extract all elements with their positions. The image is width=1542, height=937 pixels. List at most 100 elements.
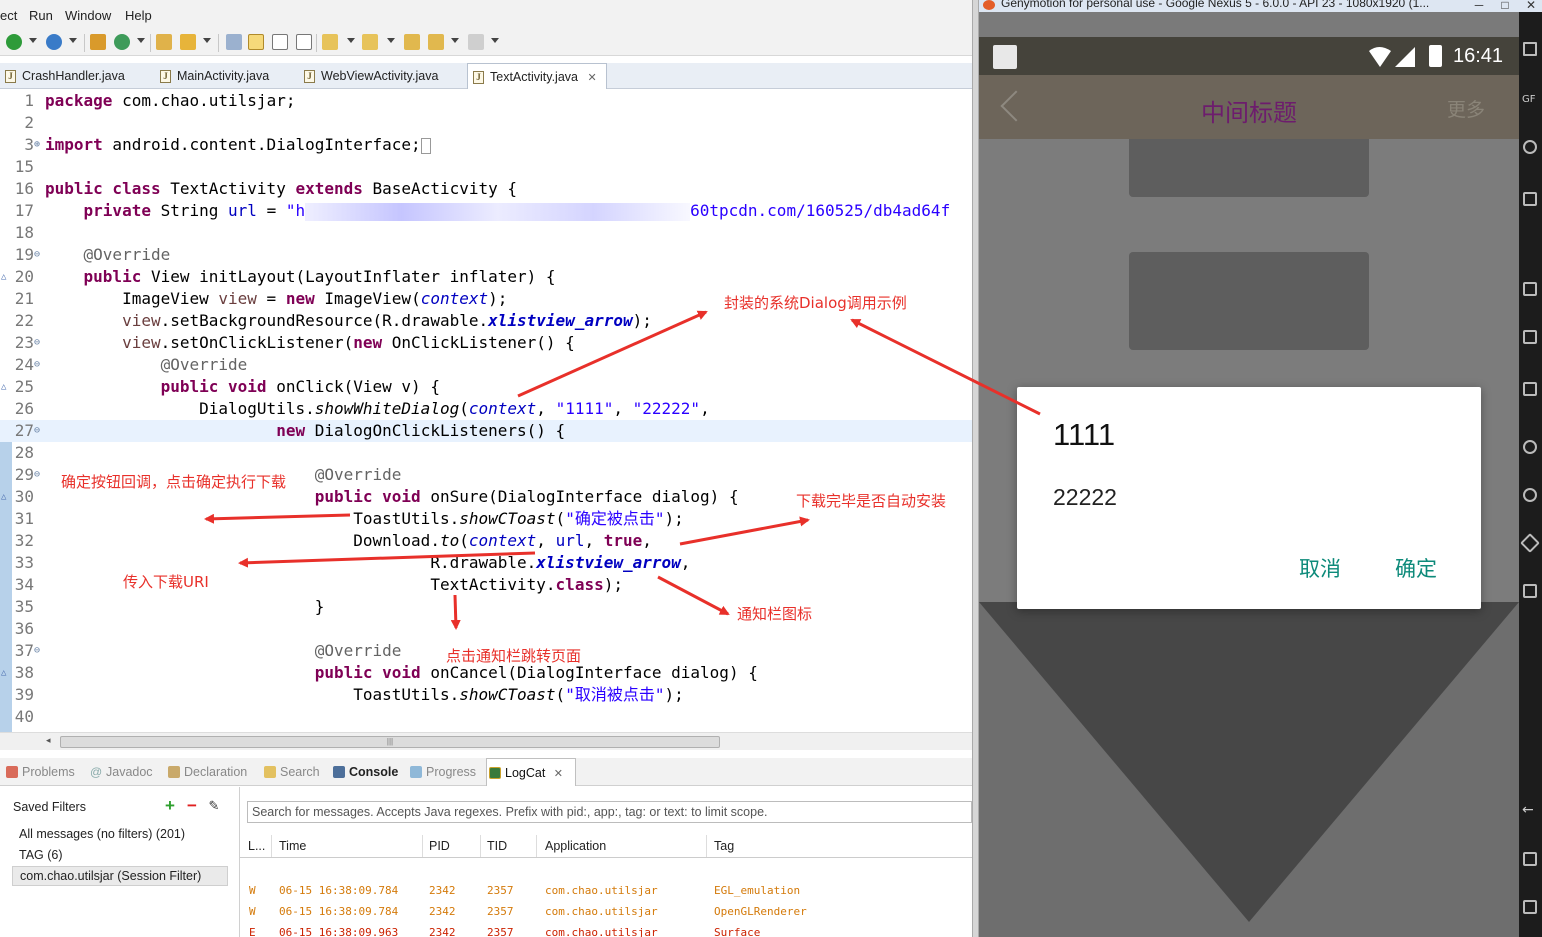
code-editor[interactable]: 1 package com.chao.utilsjar; 2 3 ⊕ import and… (0, 90, 972, 732)
close-tab-icon[interactable]: ✕ (587, 72, 596, 84)
tab-search[interactable]: Search (262, 758, 320, 786)
tab-textactivity[interactable]: J TextActivity.java ✕ (467, 63, 607, 89)
code-line[interactable]: 28 (0, 442, 972, 464)
show-whitespace-icon[interactable] (272, 34, 288, 50)
fold-toggle-icon[interactable]: ⊖ (34, 244, 40, 266)
code-line[interactable]: 17 private String url = "h 60tpcdn.com/16… (0, 200, 972, 222)
code-line[interactable]: 2 (0, 112, 972, 134)
capture-widget-icon[interactable] (1523, 192, 1537, 206)
code-line[interactable]: 33 R.drawable.xlistview_arrow, (0, 552, 972, 574)
menu-project[interactable]: ect (0, 8, 17, 23)
tab-webviewactivity[interactable]: J WebViewActivity.java (299, 63, 464, 89)
volume-up-icon[interactable] (1523, 440, 1537, 454)
toolbar-more-button[interactable]: 更多 (1447, 95, 1485, 122)
code-line[interactable]: 18 (0, 222, 972, 244)
column-tag[interactable]: Tag (714, 839, 734, 853)
code-line[interactable]: 21 ImageView view = new ImageView(contex… (0, 288, 972, 310)
volume-down-icon[interactable] (1523, 488, 1537, 502)
open-folder-icon[interactable] (156, 34, 172, 50)
code-line[interactable]: 3 ⊕ import android.content.DialogInterface… (0, 134, 972, 156)
code-line[interactable]: 25 △ public void onClick(View v) { (0, 376, 972, 398)
column-level[interactable]: L... (248, 839, 265, 853)
run-dropdown-icon[interactable] (29, 38, 37, 43)
filter-session[interactable]: com.chao.utilsjar (Session Filter) (12, 866, 228, 886)
code-line[interactable]: 36 (0, 618, 972, 640)
column-tid[interactable]: TID (487, 839, 507, 853)
code-line[interactable]: 27 ⊖ new DialogOnClickListeners() { (0, 420, 972, 442)
new-android-project-icon[interactable] (90, 34, 106, 50)
fold-toggle-icon[interactable]: ⊖ (34, 332, 40, 354)
camera-widget-icon[interactable] (1523, 140, 1537, 154)
menu-help[interactable]: Help (125, 8, 152, 23)
maximize-icon[interactable]: □ (1493, 0, 1517, 12)
home-icon[interactable] (1523, 900, 1537, 914)
column-time[interactable]: Time (279, 839, 306, 853)
scrollbar-thumb[interactable]: ||| (60, 736, 720, 748)
media-widget-icon[interactable] (1523, 382, 1537, 396)
next-annotation-icon[interactable] (322, 34, 338, 50)
scroll-left-icon[interactable]: ◂ (46, 735, 51, 746)
code-line[interactable]: 35 } (0, 596, 972, 618)
filter-all-messages[interactable]: All messages (no filters) (201) (19, 827, 185, 841)
highlight-toggle-icon[interactable] (248, 34, 264, 50)
code-line[interactable]: 32 Download.to(context, url, true, (0, 530, 972, 552)
dialog-confirm-button[interactable]: 确定 (1395, 553, 1437, 583)
link-icon[interactable] (226, 34, 242, 50)
dialog-cancel-button[interactable]: 取消 (1299, 553, 1341, 583)
tab-mainactivity[interactable]: J MainActivity.java (155, 63, 295, 89)
edit-filter-icon[interactable]: ✎ (206, 799, 222, 815)
sms-widget-icon[interactable] (1523, 330, 1537, 344)
next-annotation-dropdown-icon[interactable] (347, 38, 355, 43)
fold-toggle-icon[interactable]: ⊖ (34, 464, 40, 486)
tab-javadoc[interactable]: @ Javadoc (88, 758, 153, 786)
refresh-dropdown-icon[interactable] (137, 38, 145, 43)
tab-logcat[interactable]: LogCat ✕ (486, 758, 576, 786)
horizontal-scrollbar[interactable]: ◂ ||| (0, 732, 972, 750)
menu-run[interactable]: Run (29, 8, 53, 23)
code-line[interactable]: 29 ⊖ @Override (0, 464, 972, 486)
run-icon[interactable] (6, 34, 22, 50)
forward-dropdown-icon[interactable] (491, 38, 499, 43)
tab-progress[interactable]: Progress (408, 758, 476, 786)
search-dropdown-icon[interactable] (203, 38, 211, 43)
android-screen[interactable]: 16:41 中间标题 更多 1111 22222 取消 确定 (979, 12, 1519, 937)
code-line[interactable]: 24 ⊖ @Override (0, 354, 972, 376)
menu-window[interactable]: Window (65, 8, 111, 23)
code-line[interactable]: 23 ⊖ view.setOnClickListener(new OnClickL… (0, 332, 972, 354)
close-icon[interactable]: ✕ (1519, 0, 1542, 12)
fold-toggle-icon[interactable]: ⊖ (34, 640, 40, 662)
filter-tag[interactable]: TAG (6) (19, 848, 63, 862)
fold-toggle-icon[interactable]: ⊕ (34, 134, 40, 156)
fold-toggle-icon[interactable]: ⊖ (34, 420, 40, 442)
previous-annotation-icon[interactable] (362, 34, 378, 50)
code-line[interactable]: 1 package com.chao.utilsjar; (0, 90, 972, 112)
column-pid[interactable]: PID (429, 839, 450, 853)
code-line[interactable]: 39 ToastUtils.showCToast("取消被点击"); (0, 684, 972, 706)
code-line[interactable]: 40 (0, 706, 972, 728)
code-line[interactable]: 26 DialogUtils.showWhiteDialog(context, … (0, 398, 972, 420)
last-edit-icon[interactable] (404, 34, 420, 50)
rotate-icon[interactable] (1520, 533, 1540, 553)
logcat-search-input[interactable]: Search for messages. Accepts Java regexe… (247, 801, 972, 823)
paragraph-icon[interactable] (296, 34, 312, 50)
remove-filter-icon[interactable]: − (184, 797, 200, 815)
code-line[interactable]: 37 ⊖ @Override (0, 640, 972, 662)
debug-dropdown-icon[interactable] (69, 38, 77, 43)
code-line[interactable]: 22 view.setBackgroundResource(R.drawable… (0, 310, 972, 332)
back-arrow-icon[interactable] (428, 34, 444, 50)
fold-toggle-icon[interactable]: ⊖ (34, 354, 40, 376)
column-application[interactable]: Application (545, 839, 606, 853)
tab-problems[interactable]: Problems (4, 758, 75, 786)
minimize-icon[interactable]: ─ (1467, 0, 1491, 12)
code-line[interactable]: 34 TextActivity.class); (0, 574, 972, 596)
code-line[interactable]: 16 public class TextActivity extends Base… (0, 178, 972, 200)
debug-icon[interactable] (46, 34, 62, 50)
back-dropdown-icon[interactable] (451, 38, 459, 43)
tab-console[interactable]: Console (331, 758, 398, 786)
id-widget-icon[interactable] (1523, 282, 1537, 296)
code-line[interactable]: 15 (0, 156, 972, 178)
scale-icon[interactable] (1523, 584, 1537, 598)
code-line[interactable]: 31 ToastUtils.showCToast("确定被点击"); (0, 508, 972, 530)
code-line[interactable]: 20 △ public View initLayout(LayoutInflate… (0, 266, 972, 288)
battery-widget-icon[interactable] (1523, 42, 1537, 56)
